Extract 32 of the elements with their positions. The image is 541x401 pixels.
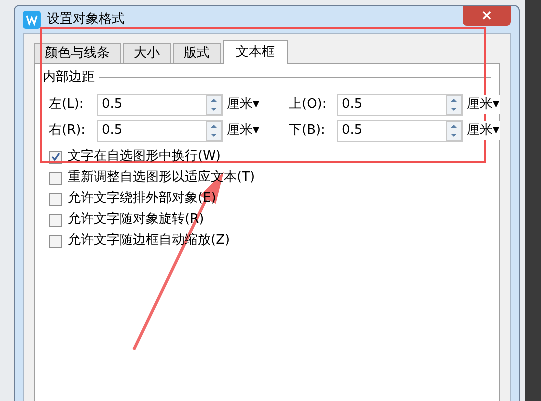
checkmark-icon bbox=[50, 152, 60, 162]
tab[interactable]: 颜色与线条 bbox=[34, 43, 121, 63]
spin-buttons[interactable] bbox=[446, 94, 462, 114]
margin-field[interactable]: 0.5 bbox=[337, 94, 463, 116]
option-label: 文字在自选图形中换行(W) bbox=[68, 148, 221, 166]
spin-buttons[interactable] bbox=[206, 120, 222, 140]
margin-field[interactable]: 0.5 bbox=[97, 120, 223, 142]
tab[interactable]: 大小 bbox=[123, 43, 171, 63]
spin-buttons[interactable] bbox=[446, 120, 462, 140]
close-button[interactable]: × bbox=[463, 6, 511, 26]
margin-field[interactable]: 0.5 bbox=[97, 94, 223, 116]
unit-dropdown[interactable]: 厘米▾ bbox=[467, 120, 500, 140]
spin-buttons[interactable] bbox=[206, 94, 222, 114]
field-label: 下(B): bbox=[289, 122, 326, 140]
group-title: 内部边距 bbox=[43, 69, 95, 87]
margin-input[interactable]: 0.5 bbox=[102, 120, 206, 140]
margin-input[interactable]: 0.5 bbox=[342, 94, 446, 114]
checkbox[interactable] bbox=[49, 234, 62, 248]
field-label: 右(R): bbox=[49, 122, 87, 140]
unit-dropdown[interactable]: 厘米▾ bbox=[467, 94, 500, 114]
checkbox[interactable] bbox=[49, 172, 62, 184]
margin-input[interactable]: 0.5 bbox=[342, 120, 446, 140]
margin-input[interactable]: 0.5 bbox=[102, 94, 206, 114]
app-logo-icon bbox=[23, 10, 41, 28]
tab[interactable]: 版式 bbox=[173, 43, 221, 63]
checkbox[interactable] bbox=[49, 192, 62, 206]
window-title: 设置对象格式 bbox=[47, 10, 126, 29]
field-label: 上(O): bbox=[289, 96, 328, 114]
tab[interactable]: 文本框 bbox=[223, 40, 288, 64]
checkbox[interactable] bbox=[49, 214, 62, 226]
margin-field[interactable]: 0.5 bbox=[337, 120, 463, 142]
field-label: 左(L): bbox=[49, 96, 85, 114]
